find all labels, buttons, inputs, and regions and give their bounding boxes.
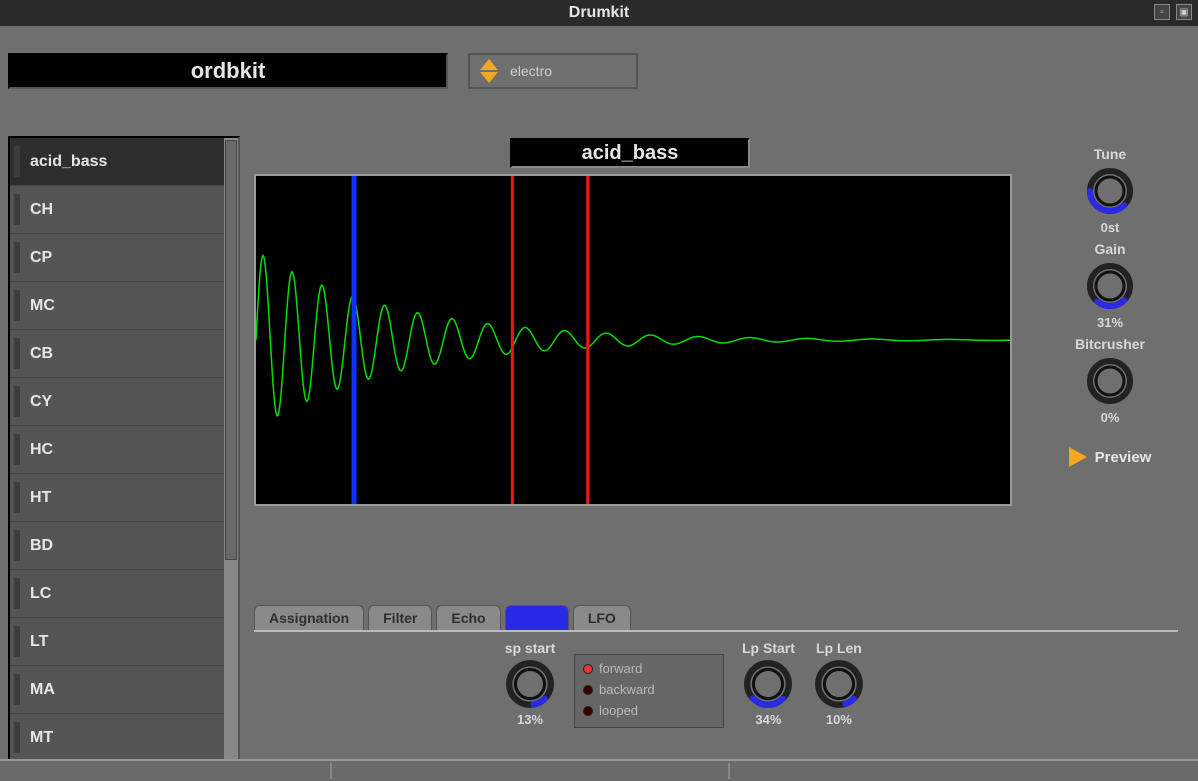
playmode-option-looped[interactable]: looped — [583, 703, 715, 718]
sp-start-value: 13% — [517, 712, 543, 727]
tune-label: Tune — [1094, 146, 1126, 162]
list-item-label: CP — [30, 249, 52, 267]
radio-dot-icon — [583, 685, 593, 695]
list-item-label: CY — [30, 393, 52, 411]
list-item[interactable]: LT — [10, 618, 224, 666]
lp-start-knob[interactable] — [742, 658, 794, 710]
category-label: electro — [510, 63, 552, 79]
window-min-icon[interactable]: ▫ — [1154, 4, 1170, 20]
list-item[interactable]: BD — [10, 522, 224, 570]
playmode-label: looped — [599, 703, 638, 718]
preview-button[interactable]: Preview — [1069, 447, 1152, 467]
list-item[interactable]: acid_bass — [10, 138, 224, 186]
gain-knob[interactable] — [1085, 261, 1135, 311]
gain-value: 31% — [1097, 315, 1123, 330]
list-item[interactable]: MT — [10, 714, 224, 762]
list-item-label: MT — [30, 729, 53, 747]
waveform-display[interactable] — [254, 174, 1012, 506]
list-item-label: MC — [30, 297, 55, 315]
title-bar: Drumkit ▫ ▣ — [0, 0, 1198, 26]
list-item[interactable]: CP — [10, 234, 224, 282]
lp-len-knob[interactable] — [813, 658, 865, 710]
tune-knob[interactable] — [1085, 166, 1135, 216]
sp-start-knob[interactable] — [504, 658, 556, 710]
lp-start-value: 34% — [755, 712, 781, 727]
list-item[interactable]: LC — [10, 570, 224, 618]
bitcrusher-value: 0% — [1101, 410, 1120, 425]
playmode-label: forward — [599, 661, 642, 676]
sample-list: acid_bass CH CP MC CB CY HC HT BD LC LT MA MT — [8, 136, 240, 766]
list-item-label: HC — [30, 441, 53, 459]
playmode-option-forward[interactable]: forward — [583, 661, 715, 676]
list-item-label: HT — [30, 489, 51, 507]
scrollbar-thumb[interactable] — [225, 140, 237, 560]
sp-start-label: sp start — [505, 640, 556, 656]
bitcrusher-label: Bitcrusher — [1075, 336, 1145, 352]
window-title: Drumkit — [569, 4, 629, 22]
list-item-label: LT — [30, 633, 48, 651]
tab-lfo[interactable]: LFO — [573, 605, 631, 630]
radio-dot-icon — [583, 706, 593, 716]
tab-bar: AssignationFilterEchoLoopLFO — [254, 606, 1178, 632]
list-item-label: MA — [30, 681, 55, 699]
category-selector: electro — [468, 53, 638, 89]
list-item-label: acid_bass — [30, 153, 107, 171]
radio-dot-icon — [583, 664, 593, 674]
lp-len-label: Lp Len — [816, 640, 862, 656]
tune-value: 0st — [1101, 220, 1120, 235]
lp-len-value: 10% — [826, 712, 852, 727]
sample-list-scrollbar[interactable] — [224, 138, 238, 764]
loop-panel: sp start 13% forward backward looped Lp St… — [254, 640, 1178, 750]
list-item-label: CB — [30, 345, 53, 363]
playmode-label: backward — [599, 682, 655, 697]
playmode-option-backward[interactable]: backward — [583, 682, 715, 697]
status-bar — [0, 759, 1198, 781]
window-max-icon[interactable]: ▣ — [1176, 4, 1192, 20]
tab-loop[interactable]: Loop — [505, 605, 569, 630]
gain-label: Gain — [1094, 241, 1125, 257]
category-up-icon[interactable] — [480, 59, 498, 70]
preview-label: Preview — [1095, 449, 1152, 466]
list-item[interactable]: CH — [10, 186, 224, 234]
play-icon — [1069, 447, 1087, 467]
kit-name-display[interactable]: ordbkit — [8, 53, 448, 89]
playmode-box: forward backward looped — [574, 654, 724, 728]
current-sample-title: acid_bass — [510, 138, 750, 168]
list-item[interactable]: HC — [10, 426, 224, 474]
tab-assignation[interactable]: Assignation — [254, 605, 364, 630]
list-item[interactable]: HT — [10, 474, 224, 522]
list-item-label: CH — [30, 201, 53, 219]
category-down-icon[interactable] — [480, 72, 498, 83]
list-item[interactable]: CB — [10, 330, 224, 378]
list-item[interactable]: MC — [10, 282, 224, 330]
list-item-label: LC — [30, 585, 51, 603]
list-item[interactable]: CY — [10, 378, 224, 426]
tab-filter[interactable]: Filter — [368, 605, 432, 630]
bitcrusher-knob[interactable] — [1085, 356, 1135, 406]
lp-start-label: Lp Start — [742, 640, 795, 656]
tab-echo[interactable]: Echo — [436, 605, 500, 630]
list-item-label: BD — [30, 537, 53, 555]
list-item[interactable]: MA — [10, 666, 224, 714]
